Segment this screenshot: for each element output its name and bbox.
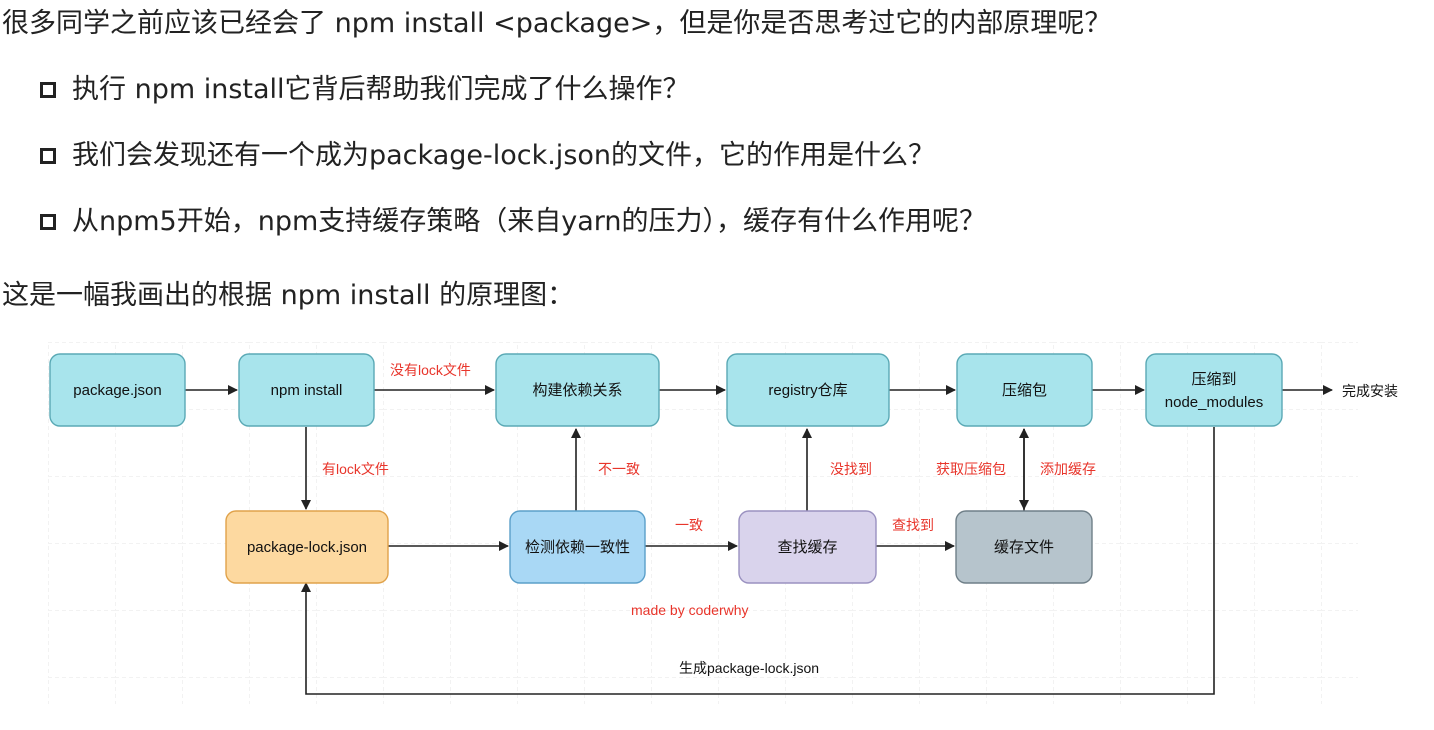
- label-inconsistent: 不一致: [598, 461, 640, 477]
- node-cache-files: 缓存文件: [955, 510, 1093, 584]
- intro-text: 很多同学之前应该已经会了 npm install <package>，但是你是否…: [2, 8, 1112, 39]
- label-generate-lock: 生成package-lock.json: [679, 660, 819, 676]
- question-item: 从npm5开始，npm支持缓存策略（来自yarn的压力），缓存有什么作用呢？: [72, 206, 987, 237]
- node-label-line1: 压缩到: [1191, 371, 1236, 388]
- question-item: 执行 npm install它背后帮助我们完成了什么操作？: [72, 74, 690, 105]
- node-label: package-lock.json: [247, 539, 367, 556]
- credit-text: made by coderwhy: [631, 602, 749, 618]
- diagram-caption: 这是一幅我画出的根据 npm install 的原理图：: [2, 280, 575, 311]
- label-found: 查找到: [892, 517, 934, 533]
- node-label: 检测依赖一致性: [525, 539, 630, 556]
- node-label: npm install: [271, 382, 343, 399]
- node-extract-node-modules: 压缩到 node_modules: [1145, 353, 1283, 427]
- node-compressed: 压缩包: [956, 353, 1093, 427]
- checkbox-bullet-icon: [40, 148, 56, 164]
- label-get-package: 获取压缩包: [936, 461, 1006, 477]
- node-package-lock-json: package-lock.json: [225, 510, 389, 584]
- node-build-deps: 构建依赖关系: [495, 353, 660, 427]
- node-label: package.json: [73, 382, 161, 399]
- label-consistent: 一致: [675, 517, 703, 533]
- node-label: 查找缓存: [777, 539, 837, 556]
- label-add-cache: 添加缓存: [1040, 461, 1096, 477]
- node-check-consistency: 检测依赖一致性: [509, 510, 646, 584]
- npm-install-flow-diagram: package.json npm install 构建依赖关系 registry…: [48, 342, 1398, 704]
- node-label: 压缩包: [1002, 382, 1047, 399]
- question-item: 我们会发现还有一个成为package-lock.json的文件，它的作用是什么？: [72, 140, 936, 171]
- label-no-lock: 没有lock文件: [390, 362, 471, 378]
- checkbox-bullet-icon: [40, 214, 56, 230]
- node-label: 缓存文件: [994, 539, 1054, 556]
- node-find-cache: 查找缓存: [738, 510, 877, 584]
- node-label: registry仓库: [768, 382, 847, 399]
- checkbox-bullet-icon: [40, 82, 56, 98]
- label-install-complete: 完成安装: [1342, 383, 1398, 399]
- label-not-found: 没找到: [830, 461, 872, 477]
- node-package-json: package.json: [49, 353, 186, 427]
- label-has-lock: 有lock文件: [322, 461, 389, 477]
- node-label-line2: node_modules: [1165, 394, 1263, 411]
- node-npm-install: npm install: [238, 353, 375, 427]
- node-registry: registry仓库: [726, 353, 890, 427]
- node-label: 构建依赖关系: [532, 382, 622, 399]
